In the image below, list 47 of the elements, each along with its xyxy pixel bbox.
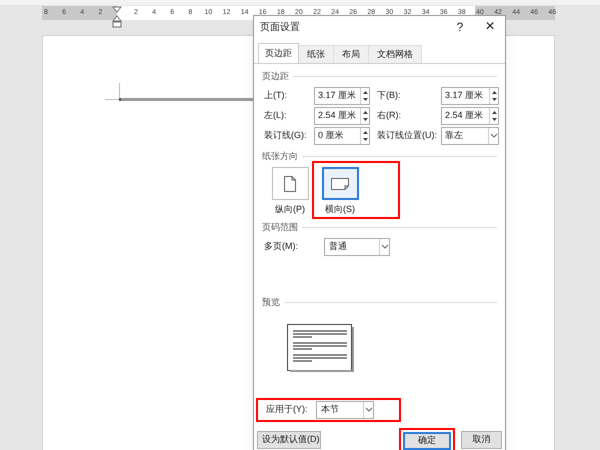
- spinner-arrows-icon[interactable]: [360, 108, 369, 124]
- chevron-down-icon: [488, 128, 498, 144]
- help-button[interactable]: ?: [445, 18, 475, 36]
- tab[interactable]: 布局: [334, 45, 369, 63]
- spinner-arrows-icon[interactable]: [360, 128, 369, 144]
- chevron-down-icon: [379, 239, 389, 255]
- spin-box[interactable]: 3.17 厘米: [314, 86, 370, 104]
- field-label: 上(T):: [264, 88, 288, 102]
- section-heading: 页码范围: [262, 220, 298, 234]
- field-label: 应用于(Y):: [266, 402, 308, 416]
- dropdown[interactable]: 靠左: [441, 126, 499, 144]
- option-label: 纵向(P): [275, 203, 305, 216]
- dialog-title: 页面设置: [260, 20, 301, 34]
- dialog-button[interactable]: 确定: [403, 432, 451, 450]
- margin-corner-mark: [105, 83, 120, 100]
- field-label: 左(L):: [264, 108, 288, 122]
- orientation-option[interactable]: [272, 167, 308, 200]
- spin-box[interactable]: 0 厘米: [314, 126, 370, 144]
- chevron-down-icon: [363, 402, 373, 418]
- spin-box[interactable]: 3.17 厘米: [441, 86, 499, 104]
- field-label: 装订线位置(U):: [377, 128, 438, 142]
- spinner-arrows-icon[interactable]: [360, 88, 369, 104]
- spin-box[interactable]: 2.54 厘米: [441, 106, 499, 124]
- indent-marker-icon[interactable]: [112, 6, 122, 28]
- landscape-page-icon: [331, 178, 349, 190]
- dropdown[interactable]: 本节: [316, 400, 374, 418]
- dropdown[interactable]: 普通: [324, 238, 390, 256]
- tab[interactable]: 纸张: [299, 45, 334, 63]
- dialog-button[interactable]: 设为默认值(D): [257, 430, 321, 448]
- tab[interactable]: 页边距: [258, 43, 299, 63]
- section-heading: 纸张方向: [262, 150, 298, 162]
- spinner-arrows-icon[interactable]: [489, 108, 498, 124]
- dialog-button[interactable]: 取消: [461, 430, 502, 448]
- option-label: 横向(S): [325, 203, 355, 216]
- field-label: 多页(M):: [264, 240, 299, 254]
- tab[interactable]: 文档网格: [369, 45, 422, 63]
- spinner-arrows-icon[interactable]: [489, 88, 498, 104]
- close-button[interactable]: ×: [475, 15, 505, 39]
- page-preview-drawing: [287, 324, 354, 372]
- field-label: 装订线(G):: [264, 128, 308, 142]
- portrait-page-icon: [284, 176, 296, 192]
- field-label: 下(B):: [377, 88, 402, 102]
- section-heading: 页边距: [262, 70, 289, 83]
- orientation-option[interactable]: [322, 167, 358, 200]
- section-heading: 预览: [262, 296, 280, 309]
- field-label: 右(R):: [377, 108, 402, 122]
- spin-box[interactable]: 2.54 厘米: [314, 106, 370, 124]
